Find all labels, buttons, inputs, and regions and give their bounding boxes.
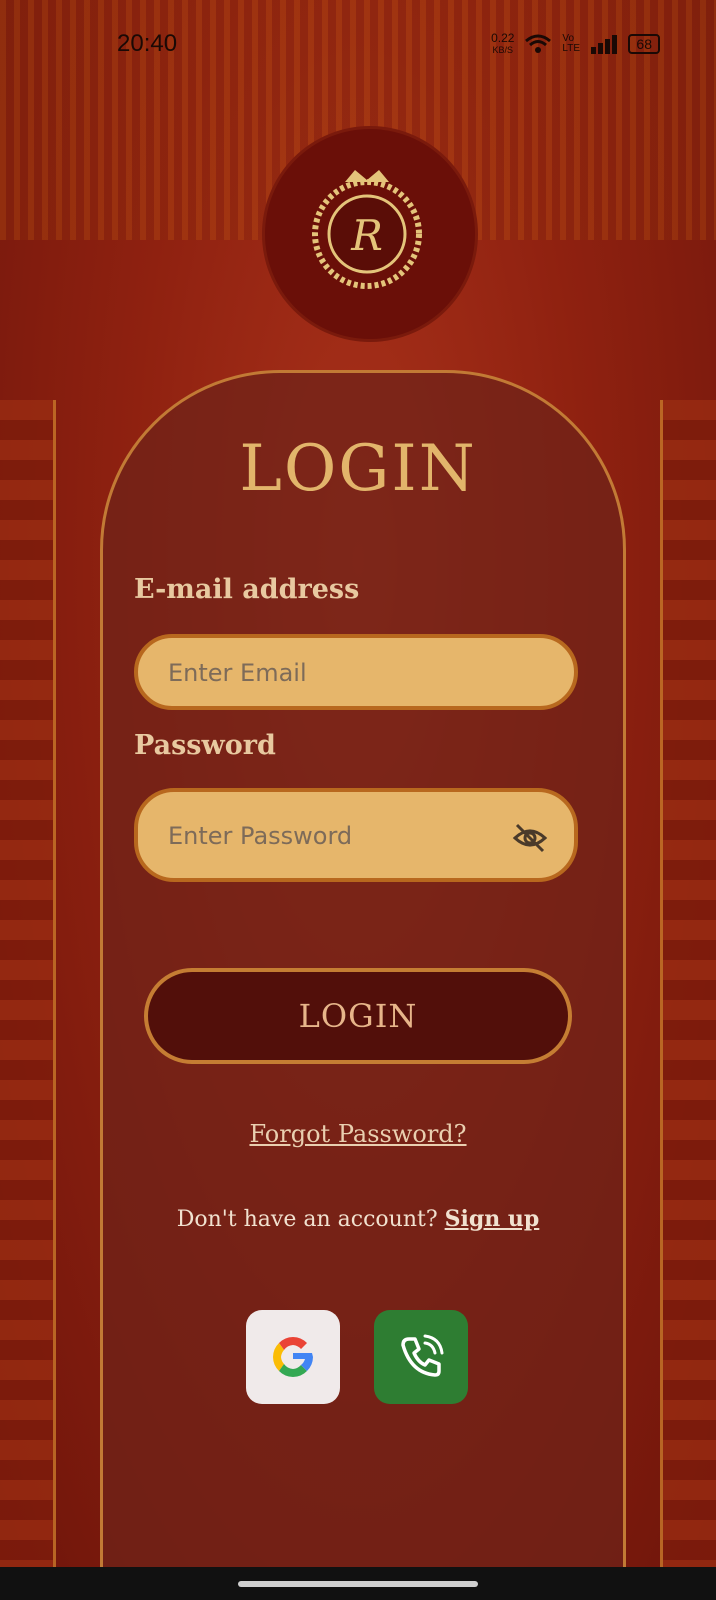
password-field[interactable]	[166, 792, 500, 880]
signal-icon	[591, 35, 618, 54]
phone-login-button[interactable]	[374, 1310, 468, 1404]
status-bar: 20:40 0.22 KB/S Vo LTE 68	[0, 0, 716, 90]
right-pillar	[660, 400, 716, 1570]
signup-row: Don't have an account? Sign up	[0, 1206, 716, 1232]
email-field[interactable]	[166, 638, 500, 708]
left-pillar	[0, 400, 56, 1570]
eye-off-icon[interactable]	[512, 820, 548, 856]
signup-link[interactable]: Sign up	[445, 1206, 540, 1232]
logo-monogram: R	[350, 211, 383, 260]
email-field-wrapper	[134, 634, 578, 710]
net-speed-value: 0.22	[491, 31, 515, 45]
phone-icon	[401, 1334, 444, 1377]
password-field-wrapper	[134, 788, 578, 882]
net-speed: 0.22 KB/S	[491, 32, 514, 56]
volte-label: Vo LTE	[562, 33, 581, 54]
email-label: E-mail address	[134, 574, 360, 605]
status-icons: 0.22 KB/S Vo LTE 68	[491, 32, 660, 56]
google-login-button[interactable]	[246, 1310, 340, 1404]
battery-icon: 68	[628, 34, 660, 54]
wifi-icon	[525, 34, 552, 53]
login-button[interactable]: LOGIN	[144, 968, 572, 1064]
logo-crest-icon: R	[312, 170, 422, 289]
navigation-bar	[0, 1567, 716, 1600]
forgot-password-link[interactable]: Forgot Password?	[0, 1120, 716, 1148]
password-label: Password	[134, 730, 276, 761]
login-title: LOGIN	[239, 432, 477, 506]
status-time: 20:40	[117, 30, 178, 57]
google-icon	[273, 1337, 313, 1377]
home-gesture-handle[interactable]	[238, 1581, 478, 1587]
signup-prompt: Don't have an account?	[176, 1207, 445, 1232]
net-speed-unit: KB/S	[492, 45, 513, 55]
